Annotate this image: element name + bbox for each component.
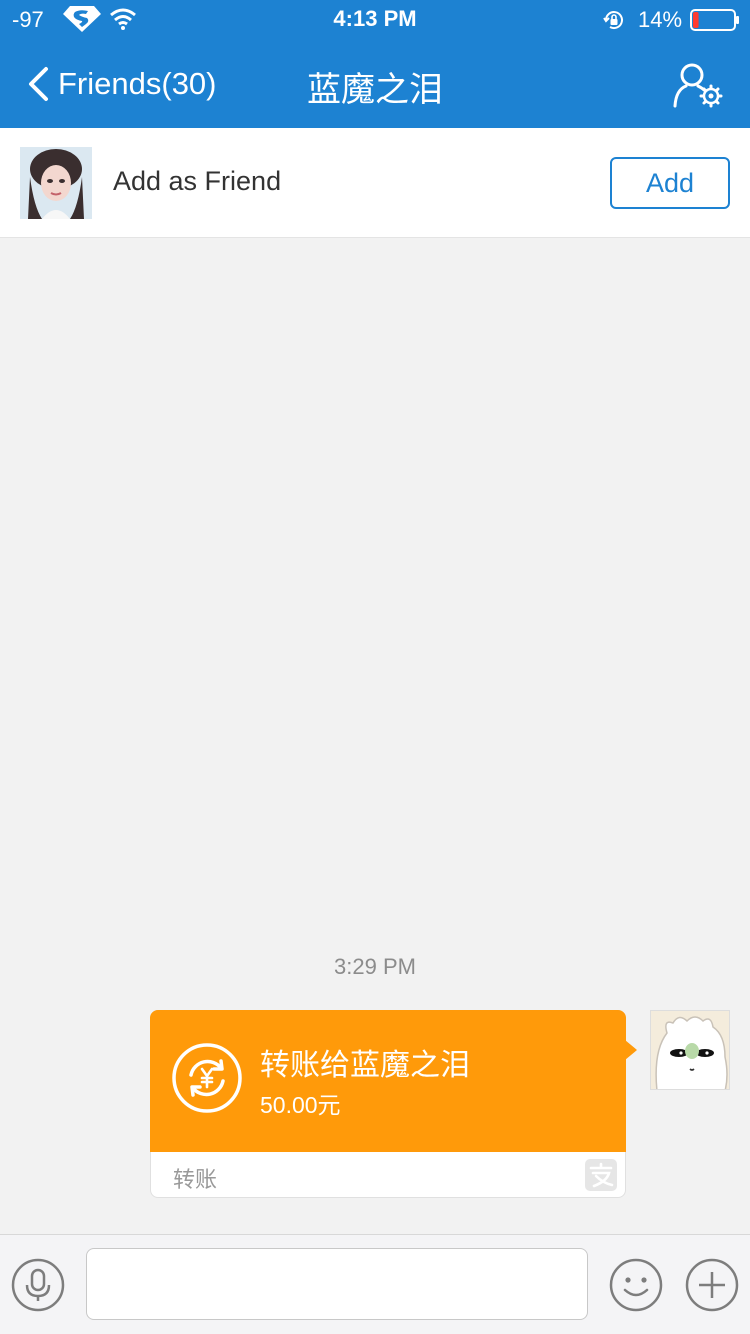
profile-settings-icon[interactable] — [672, 62, 724, 108]
rotation-lock-icon — [603, 11, 623, 30]
alipay-icon — [585, 1159, 617, 1191]
add-friend-label: Add as Friend — [113, 166, 282, 196]
add-friend-button[interactable]: Add — [610, 157, 730, 209]
message-timestamp: 3:29 PM — [334, 954, 416, 979]
status-bar: -97 4:13 PM 14% — [0, 0, 750, 40]
battery-icon — [690, 9, 739, 31]
message-input-bar — [0, 1234, 750, 1334]
add-friend-bar: Add as Friend Add — [0, 128, 750, 238]
top-header: -97 4:13 PM 14% Friends(30) 蓝魔之泪 — [0, 0, 750, 128]
microphone-icon[interactable] — [11, 1258, 65, 1312]
bubble-tail — [625, 1040, 637, 1060]
nav-bar: Friends(30) 蓝魔之泪 — [0, 40, 750, 128]
transfer-card-header: 转账给蓝魔之泪 50.00元 — [150, 1010, 637, 1152]
transfer-type-label: 转账 — [173, 1167, 218, 1192]
my-avatar-image — [651, 1011, 729, 1089]
back-button[interactable]: Friends(30) — [26, 62, 217, 106]
back-label: Friends(30) — [58, 66, 217, 101]
smiley-icon[interactable] — [609, 1258, 663, 1312]
transfer-title: 转账给蓝魔之泪 — [260, 1049, 470, 1082]
yuan-transfer-icon — [172, 1043, 242, 1113]
transfer-amount: 50.00元 — [260, 1092, 341, 1118]
friend-avatar[interactable] — [20, 147, 92, 219]
message-input[interactable] — [86, 1248, 588, 1320]
friend-avatar-image — [20, 147, 92, 219]
chevron-left-icon — [29, 67, 48, 101]
plus-icon[interactable] — [685, 1258, 739, 1312]
battery-percent: 14% — [638, 7, 683, 32]
my-avatar[interactable] — [650, 1010, 730, 1090]
transfer-card-footer: 转账 — [151, 1152, 625, 1198]
transfer-message-card[interactable]: 转账给蓝魔之泪 50.00元 转账 — [150, 1010, 637, 1198]
chat-title: 蓝魔之泪 — [307, 71, 443, 109]
